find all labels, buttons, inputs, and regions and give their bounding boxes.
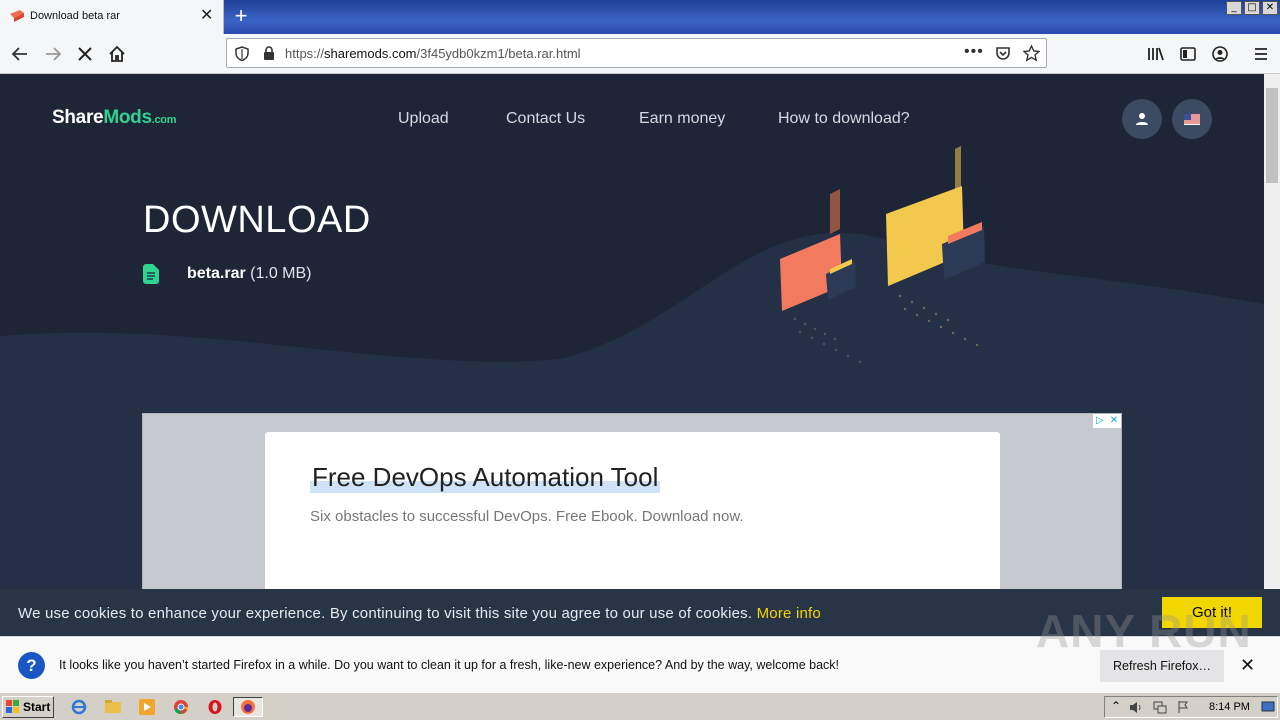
account-icon	[1212, 46, 1228, 62]
page-scrollbar[interactable]	[1264, 74, 1280, 589]
question-icon: ?	[18, 652, 45, 679]
anyrun-watermark: ANY RUN	[1036, 605, 1252, 657]
logo-mods-text: Mods	[103, 107, 152, 128]
page-title: DOWNLOAD	[143, 199, 371, 241]
back-button[interactable]	[5, 39, 35, 69]
new-tab-button[interactable]: +	[228, 4, 254, 30]
nav-how-to-download-link[interactable]: How to download?	[778, 110, 910, 128]
ad-banner[interactable]: ▷ ✕ Free DevOps Automation Tool Six obst…	[142, 413, 1122, 589]
us-flag-icon	[1184, 113, 1200, 125]
library-icon	[1148, 47, 1164, 61]
ad-close-icon[interactable]: ✕	[1107, 414, 1121, 428]
browser-navbar: https://sharemods.com/3f45ydb0kzm1/beta.…	[0, 34, 1280, 74]
network-icon[interactable]	[1153, 701, 1167, 714]
notification-text: It looks like you haven’t started Firefo…	[59, 658, 840, 672]
home-button[interactable]	[102, 39, 132, 69]
account-button[interactable]	[1205, 39, 1235, 69]
cookie-more-info-link[interactable]: More info	[757, 605, 821, 622]
taskbar-firefox-icon[interactable]	[233, 697, 263, 717]
user-account-button[interactable]	[1122, 99, 1162, 139]
windows-flag-icon	[6, 700, 19, 713]
file-info: beta.rar (1.0 MB)	[187, 265, 312, 283]
hamburger-menu-icon	[1255, 48, 1267, 60]
window-controls: _ □ ✕	[1226, 1, 1278, 15]
url-text[interactable]: https://sharemods.com/3f45ydb0kzm1/beta.…	[285, 46, 581, 61]
taskbar-opera-icon[interactable]	[204, 697, 226, 717]
pocket-icon[interactable]	[995, 46, 1011, 61]
logo-com-text: .com	[151, 114, 177, 126]
sidebar-button[interactable]	[1173, 39, 1203, 69]
taskbar-ie-icon[interactable]	[68, 697, 90, 717]
ad-title[interactable]: Free DevOps Automation Tool	[310, 462, 661, 493]
sidebar-icon	[1180, 47, 1196, 61]
file-size: (1.0 MB)	[250, 265, 312, 282]
notification-close-icon[interactable]: ✕	[1240, 655, 1255, 675]
menu-button[interactable]	[1246, 39, 1276, 69]
windows-taskbar: Start ⌃ 8:14 PM	[0, 692, 1280, 720]
library-button[interactable]	[1141, 39, 1171, 69]
tray-expand-icon[interactable]: ⌃	[1111, 699, 1121, 713]
nav-contact-link[interactable]: Contact Us	[506, 110, 585, 128]
sharemods-favicon-icon	[10, 10, 24, 22]
taskbar-explorer-icon[interactable]	[102, 697, 124, 717]
start-button[interactable]: Start	[2, 696, 54, 718]
forward-button[interactable]	[38, 39, 68, 69]
cookie-message: We use cookies to enhance your experienc…	[18, 605, 753, 622]
lock-icon[interactable]	[263, 46, 275, 61]
stop-loading-button[interactable]	[70, 39, 100, 69]
url-path: /3f45ydb0kzm1/beta.rar.html	[416, 46, 581, 61]
web-page: ShareMods.com Upload Contact Us Earn mon…	[0, 74, 1264, 589]
file-name: beta.rar	[187, 265, 246, 282]
volume-icon[interactable]	[1129, 701, 1143, 714]
nav-earn-money-link[interactable]: Earn money	[639, 110, 725, 128]
tab-title: Download beta rar	[30, 10, 120, 22]
minimize-button[interactable]: _	[1226, 1, 1242, 15]
close-window-button[interactable]: ✕	[1262, 1, 1278, 15]
home-icon	[109, 45, 125, 62]
taskbar-chrome-icon[interactable]	[170, 697, 192, 717]
tracking-shield-icon[interactable]	[235, 46, 249, 61]
show-desktop-icon[interactable]	[1261, 700, 1275, 714]
language-button[interactable]	[1172, 99, 1212, 139]
address-bar[interactable]: https://sharemods.com/3f45ydb0kzm1/beta.…	[226, 38, 1047, 68]
system-tray: ⌃ 8:14 PM	[1104, 696, 1278, 718]
taskbar-media-player-icon[interactable]	[136, 697, 158, 717]
ad-info-icon[interactable]: ▷	[1093, 414, 1107, 428]
forward-arrow-icon	[46, 47, 62, 61]
maximize-button[interactable]: □	[1244, 1, 1260, 15]
stop-x-icon	[78, 47, 92, 61]
ad-choices[interactable]: ▷ ✕	[1093, 414, 1121, 428]
back-arrow-icon	[11, 47, 27, 61]
nav-upload-link[interactable]: Upload	[398, 110, 449, 128]
cookie-message-wrapper: We use cookies to enhance your experienc…	[18, 605, 821, 622]
sharemods-logo[interactable]: ShareMods.com	[52, 107, 177, 129]
logo-share-text: Share	[52, 107, 104, 128]
user-icon	[1136, 113, 1148, 125]
ad-content[interactable]: Free DevOps Automation Tool Six obstacle…	[265, 432, 1000, 589]
scrollbar-thumb[interactable]	[1266, 88, 1278, 183]
tab-close-icon[interactable]: ✕	[200, 7, 213, 25]
ad-subtitle: Six obstacles to successful DevOps. Free…	[310, 508, 744, 525]
file-icon	[143, 264, 159, 284]
page-actions-icon[interactable]: •••	[964, 43, 984, 61]
taskbar-clock[interactable]: 8:14 PM	[1209, 701, 1250, 713]
browser-titlebar: Download beta rar ✕ + _ □ ✕	[0, 0, 1280, 34]
url-prefix: https://	[285, 46, 325, 61]
browser-tab-active[interactable]: Download beta rar ✕	[0, 0, 224, 34]
action-center-flag-icon[interactable]	[1177, 700, 1190, 714]
start-label: Start	[23, 700, 51, 714]
url-domain: sharemods.com	[324, 46, 417, 61]
bookmark-star-icon[interactable]	[1023, 45, 1040, 62]
